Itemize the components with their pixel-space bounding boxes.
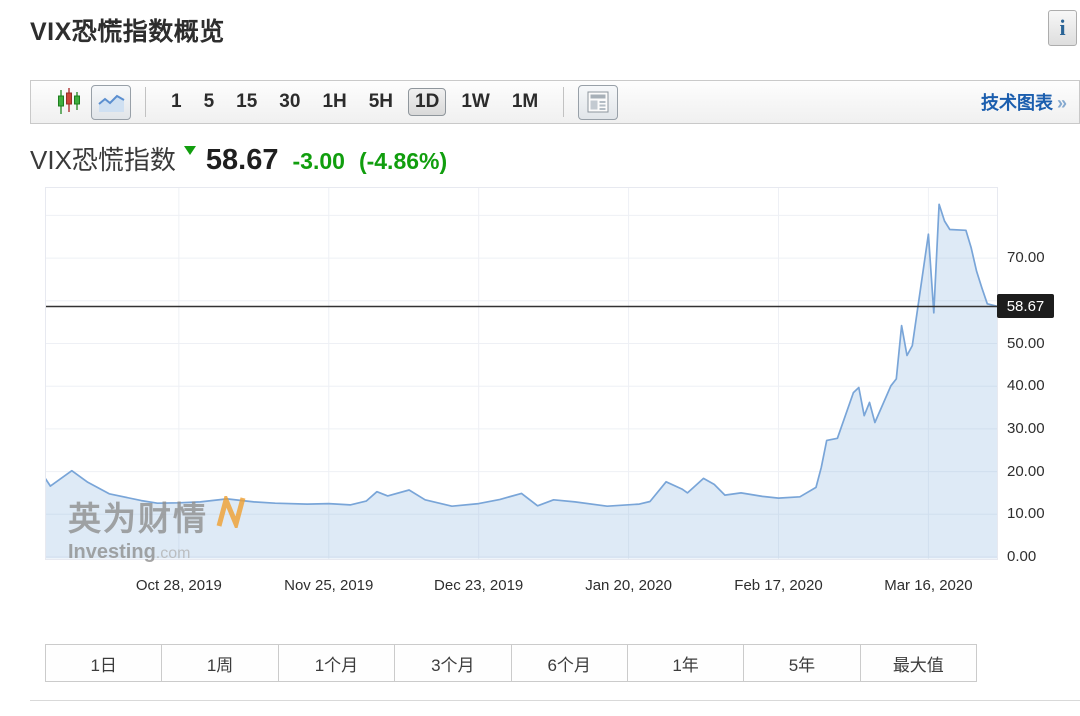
toolbar-separator [145, 87, 146, 117]
price-change: -3.00 [293, 148, 345, 175]
price-chart[interactable] [45, 187, 998, 560]
interval-button-1w[interactable]: 1W [450, 89, 501, 115]
interval-button-1m[interactable]: 1M [501, 89, 549, 115]
y-axis-tick: 20.00 [1007, 463, 1067, 480]
last-price: 58.67 [206, 144, 279, 177]
quote-header: VIX恐慌指数 58.67 -3.00 (-4.86%) [30, 140, 447, 177]
interval-button-5[interactable]: 5 [193, 89, 226, 115]
x-axis-tick: Dec 23, 2019 [434, 577, 523, 594]
toolbar-separator [563, 87, 564, 117]
period-button[interactable]: 1周 [162, 645, 278, 681]
instrument-name: VIX恐慌指数 [30, 140, 176, 177]
x-axis-tick: Feb 17, 2020 [734, 577, 822, 594]
info-icon: i [1059, 15, 1065, 41]
x-axis-tick: Mar 16, 2020 [884, 577, 972, 594]
period-button[interactable]: 3个月 [395, 645, 511, 681]
x-axis-tick: Jan 20, 2020 [585, 577, 672, 594]
interval-button-group: 1515301H5H1D1W1M [160, 88, 549, 116]
area-chart-canvas [45, 187, 998, 560]
technical-chart-link[interactable]: 技术图表» [981, 89, 1067, 115]
chart-toolbar: 1515301H5H1D1W1M 技术图表» [30, 80, 1080, 124]
current-price-badge: 58.67 [997, 294, 1054, 318]
y-axis-tick: 40.00 [1007, 377, 1067, 394]
x-axis-tick: Oct 28, 2019 [136, 577, 222, 594]
period-button[interactable]: 1日 [46, 645, 162, 681]
x-axis-tick: Nov 25, 2019 [284, 577, 373, 594]
page-title: VIX恐慌指数概览 [30, 12, 225, 48]
y-axis-tick: 70.00 [1007, 249, 1067, 266]
y-axis-tick: 50.00 [1007, 335, 1067, 352]
interval-button-5h[interactable]: 5H [358, 89, 404, 115]
chevron-right-icon: » [1057, 93, 1067, 113]
info-button[interactable]: i [1048, 10, 1077, 46]
technical-chart-link-label: 技术图表 [981, 93, 1053, 113]
area-chart-icon[interactable] [91, 85, 131, 120]
period-button[interactable]: 6个月 [512, 645, 628, 681]
price-change-percent: (-4.86%) [359, 148, 447, 175]
period-button[interactable]: 5年 [744, 645, 860, 681]
interval-button-1[interactable]: 1 [160, 89, 193, 115]
interval-button-30[interactable]: 30 [268, 89, 311, 115]
down-arrow-icon [184, 146, 196, 155]
y-axis-tick: 30.00 [1007, 420, 1067, 437]
y-axis-tick: 0.00 [1007, 548, 1067, 565]
interval-button-1h[interactable]: 1H [311, 89, 357, 115]
interval-button-15[interactable]: 15 [225, 89, 268, 115]
bottom-divider [30, 700, 1080, 701]
interval-button-1d[interactable]: 1D [408, 88, 446, 116]
y-axis-tick: 10.00 [1007, 505, 1067, 522]
period-button[interactable]: 最大值 [861, 645, 976, 681]
period-button[interactable]: 1年 [628, 645, 744, 681]
period-button[interactable]: 1个月 [279, 645, 395, 681]
candlestick-chart-icon[interactable] [57, 88, 81, 116]
period-button-row: 1日1周1个月3个月6个月1年5年最大值 [45, 644, 977, 682]
news-panel-icon[interactable] [578, 85, 618, 120]
